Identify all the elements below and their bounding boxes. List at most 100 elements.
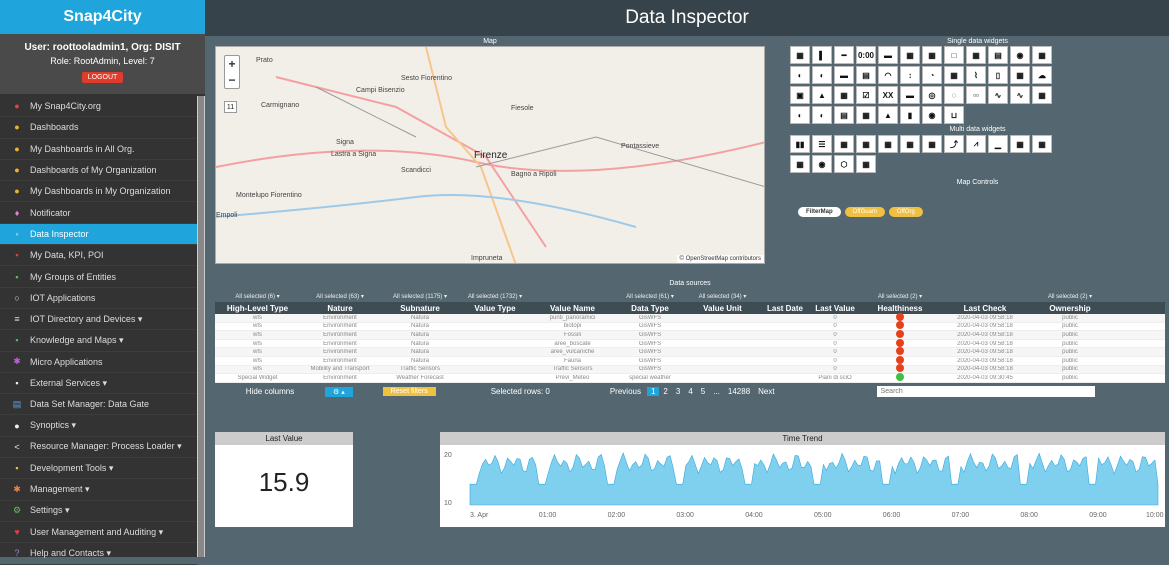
widget-icon[interactable]: ∿ — [988, 86, 1008, 104]
widget-icon[interactable]: ⊔ — [944, 106, 964, 124]
column-filter[interactable]: All selected (61) ▾ — [615, 293, 685, 300]
column-filter[interactable]: All selected (2) ▾ — [1030, 293, 1110, 300]
widget-icon[interactable]: ▦ — [834, 86, 854, 104]
page-button[interactable]: 2 — [659, 387, 671, 396]
widget-icon[interactable]: ◉ — [812, 155, 832, 173]
logout-button[interactable]: LOGOUT — [81, 72, 124, 83]
widget-icon[interactable]: 0:00 — [856, 46, 876, 64]
column-header[interactable]: Data Type — [615, 304, 685, 313]
column-header[interactable]: Last Date — [760, 304, 810, 313]
widget-icon[interactable]: ▦ — [900, 135, 920, 153]
time-trend-chart[interactable]: 20 10 3. Apr 01:00 02:00 03:00 04:00 05:00 06:00… — [440, 445, 1165, 527]
widget-icon[interactable]: ◌ — [944, 86, 964, 104]
widget-icon[interactable]: ▦ — [1010, 66, 1030, 84]
widget-icon[interactable]: ▦ — [944, 66, 964, 84]
column-filter[interactable]: All selected (2) ▾ — [860, 293, 940, 300]
widget-icon[interactable]: ◎ — [922, 86, 942, 104]
widget-icon[interactable]: ▬ — [900, 86, 920, 104]
widget-icon[interactable]: ⬡ — [834, 155, 854, 173]
column-header[interactable]: High-Level Type — [215, 304, 300, 313]
page-button[interactable]: 3 — [672, 387, 684, 396]
page-button[interactable]: 4 — [684, 387, 696, 396]
widget-icon[interactable]: ▦ — [834, 135, 854, 153]
widget-icon[interactable]: ◉ — [1010, 46, 1030, 64]
sidebar-item[interactable]: ● My Dashboards in My Organization — [0, 181, 197, 203]
column-header[interactable]: Healthiness — [860, 304, 940, 313]
scrollbar-thumb[interactable] — [198, 96, 204, 557]
sidebar-item[interactable]: < Resource Manager: Process Loader ▾ — [0, 437, 197, 459]
sidebar-item[interactable]: ♥ User Management and Auditing ▾ — [0, 522, 197, 544]
widget-icon[interactable]: ▣ — [790, 86, 810, 104]
page-button[interactable]: 1 — [646, 387, 660, 397]
sidebar-item[interactable]: ? Help and Contacts ▾ — [0, 543, 197, 565]
sidebar-item[interactable]: ▤ Data Set Manager: Data Gate — [0, 394, 197, 416]
page-button[interactable]: 14288 — [724, 387, 754, 396]
reset-filters-button[interactable]: Reset filters — [382, 387, 436, 397]
sidebar-item[interactable]: ● Dashboards of My Organization — [0, 160, 197, 182]
widget-icon[interactable]: ▤ — [988, 46, 1008, 64]
widget-icon[interactable]: ▦ — [900, 46, 920, 64]
next-button[interactable]: Next — [758, 387, 774, 396]
widget-icon[interactable]: ▦ — [790, 155, 810, 173]
widget-icon[interactable]: XX — [878, 86, 898, 104]
sidebar-item[interactable]: ● My Dashboards in All Org. — [0, 139, 197, 160]
map-control-button[interactable]: OffOrg — [888, 207, 923, 217]
sidebar-item[interactable]: ▪ My Groups of Entities — [0, 266, 197, 288]
widget-icon[interactable]: ∿ — [1010, 86, 1030, 104]
column-header[interactable]: Value Name — [530, 304, 615, 313]
widget-icon[interactable]: ▦ — [856, 155, 876, 173]
map-view[interactable]: + − 11 Prato Sesto Fiorentino Campi Bisen… — [215, 46, 765, 264]
widget-icon[interactable]: ▬ — [878, 46, 898, 64]
table-row[interactable]: wfs Environment Natura aree_boscate GisWFS 0 2… — [215, 338, 1165, 349]
search-input[interactable] — [876, 386, 1095, 398]
widget-icon[interactable]: ▦ — [1032, 46, 1052, 64]
sidebar-item[interactable]: ● Dashboards — [0, 117, 197, 139]
widget-icon[interactable]: ▯ — [988, 66, 1008, 84]
column-header[interactable]: Value Unit — [685, 304, 760, 313]
column-header[interactable]: Subnature — [380, 304, 460, 313]
widget-icon[interactable]: ⩘ — [966, 135, 986, 153]
table-row[interactable]: Special Widget Environment Weather Forecas… — [215, 372, 1165, 383]
column-header[interactable]: Last Check — [940, 304, 1030, 313]
sidebar-item[interactable]: ● My Snap4City.org — [0, 96, 197, 118]
widget-icon[interactable]: ⤴ — [944, 135, 964, 153]
sidebar-item[interactable]: ♦ Notificator — [0, 202, 197, 224]
widget-icon[interactable]: □ — [944, 46, 964, 64]
widget-icon[interactable]: ⌇ — [966, 66, 986, 84]
columns-toggle-button[interactable]: ⚙ ▴ — [325, 386, 353, 397]
sidebar-item[interactable]: ▪ Development Tools ▾ — [0, 458, 197, 480]
page-button[interactable]: ... — [709, 387, 724, 396]
widget-icon[interactable]: ▮▮ — [790, 135, 810, 153]
widget-icon[interactable]: ▤ — [834, 106, 854, 124]
widget-icon[interactable]: ━ — [834, 46, 854, 64]
widget-icon[interactable]: ▦ — [856, 135, 876, 153]
table-row[interactable]: wfs Mobility and Transport Traffic Sensors… — [215, 364, 1165, 375]
widget-icon[interactable]: ☑ — [856, 86, 876, 104]
widget-icon[interactable]: ▦ — [1010, 135, 1030, 153]
sidebar-item[interactable]: ✱ Management ▾ — [0, 479, 197, 501]
widget-icon[interactable]: ▫▫ — [966, 86, 986, 104]
widget-icon[interactable]: ▲ — [878, 106, 898, 124]
column-header[interactable]: Nature — [300, 304, 380, 313]
widget-icon[interactable]: ◐ — [812, 66, 832, 84]
zoom-out-button[interactable]: − — [225, 72, 239, 88]
filtermap-button[interactable]: FilterMap — [798, 207, 841, 217]
sidebar-item[interactable]: ▪ My Data, KPI, POI — [0, 245, 197, 267]
widget-icon[interactable]: ▁ — [988, 135, 1008, 153]
zoom-in-button[interactable]: + — [225, 56, 239, 72]
column-filter[interactable]: All selected (34) ▾ — [685, 293, 760, 300]
widget-icon[interactable]: ◔ — [922, 66, 942, 84]
table-row[interactable]: wfs Environment Natura Fossili GisWFS 0 2020-0… — [215, 329, 1165, 340]
widget-icon[interactable]: ◠ — [878, 66, 898, 84]
map-attribution[interactable]: © OpenStreetMap contributors — [676, 255, 764, 263]
widget-icon[interactable]: ▦ — [790, 46, 810, 64]
column-header[interactable]: Ownership — [1030, 304, 1110, 313]
widget-icon[interactable]: ◐ — [812, 106, 832, 124]
column-filter[interactable]: All selected (6) ▾ — [215, 293, 300, 300]
widget-icon[interactable]: ↕ — [900, 66, 920, 84]
sidebar-item[interactable]: ≡ IOT Directory and Devices ▾ — [0, 309, 197, 331]
page-button[interactable]: 5 — [697, 387, 709, 396]
widget-icon[interactable]: ▌ — [812, 46, 832, 64]
widget-icon[interactable]: ▬ — [834, 66, 854, 84]
column-filter[interactable]: All selected (63) ▾ — [300, 293, 380, 300]
